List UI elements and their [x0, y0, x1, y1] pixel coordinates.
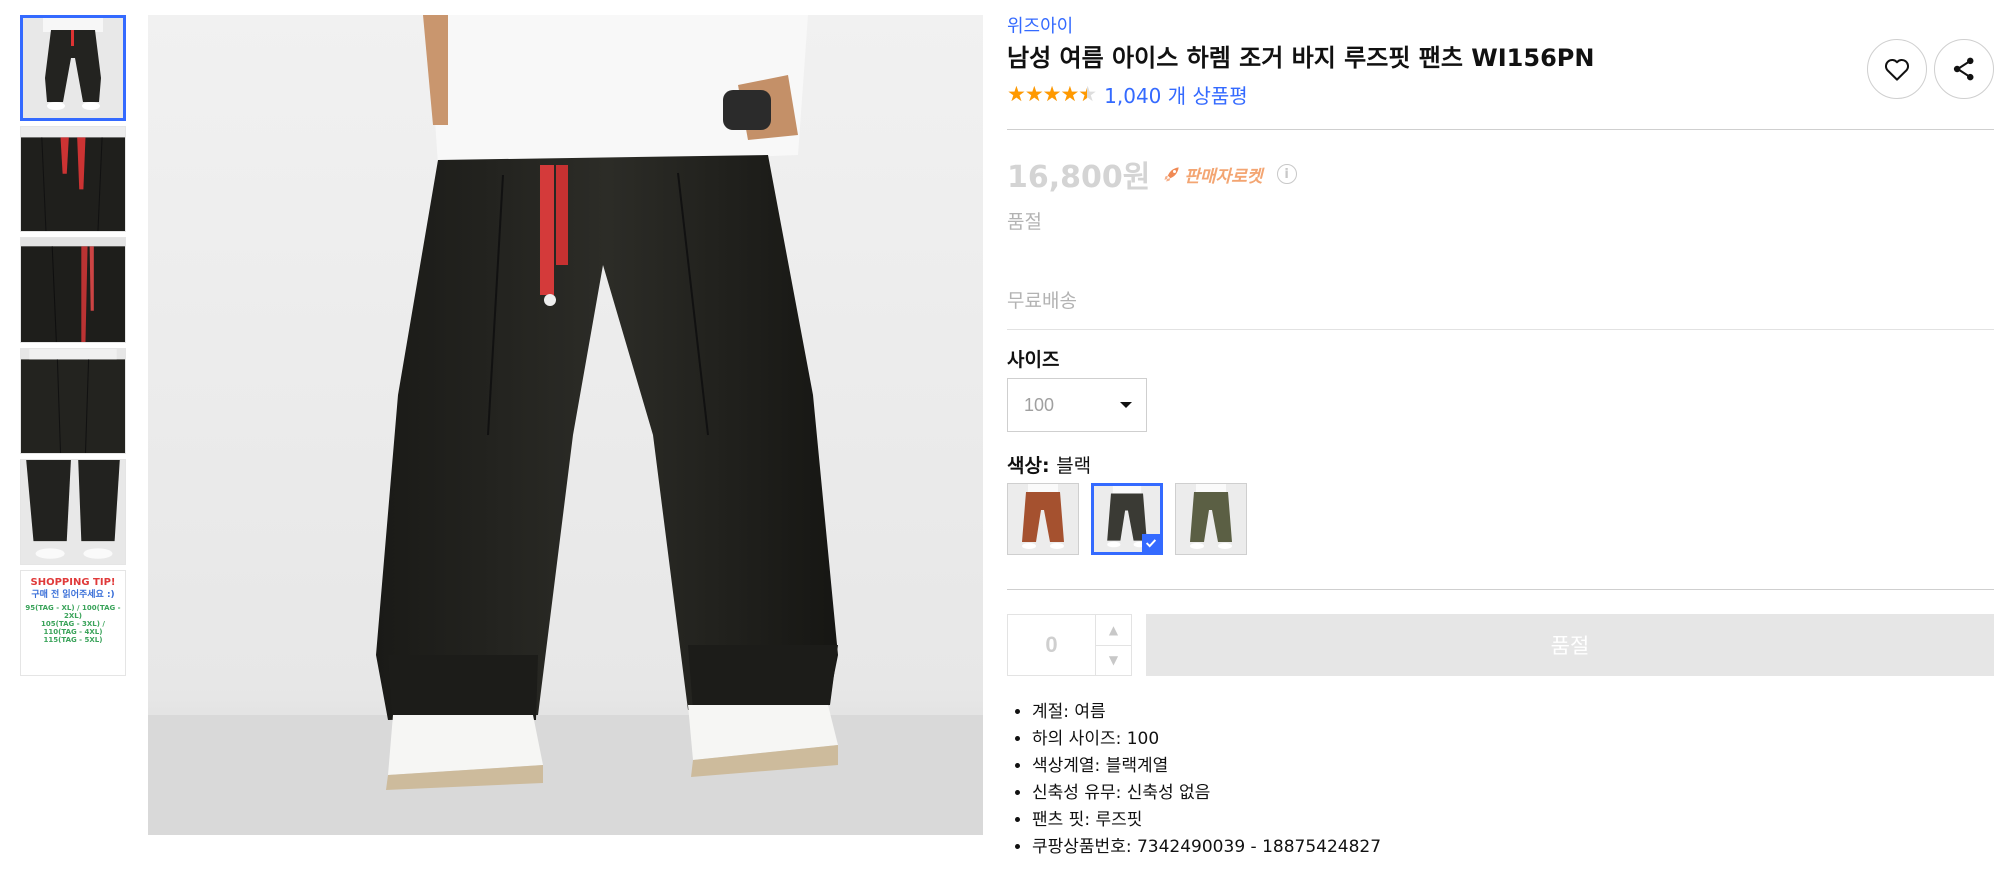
product-actions	[1867, 39, 1994, 99]
heart-icon	[1884, 58, 1910, 81]
rocket-icon	[1164, 167, 1180, 182]
purchase-row: ▲ ▼ 품절	[1007, 614, 1994, 676]
attribute-item: 쿠팡상품번호: 7342490039 - 18875424827	[1032, 834, 1994, 861]
attribute-item: 하의 사이즈: 100	[1032, 726, 1994, 753]
attribute-item: 신축성 유무: 신축성 없음	[1032, 780, 1994, 807]
attribute-item: 색상계열: 블랙계열	[1032, 753, 1994, 780]
soldout-status: 품절	[1007, 211, 1042, 233]
thumbnail-image	[21, 127, 125, 231]
attribute-item: 팬츠 핏: 루즈핏	[1032, 807, 1994, 834]
rocket-badge: 판매자로켓	[1162, 162, 1263, 187]
shipping-info: 무료배송	[1007, 290, 1077, 312]
thumbnail-3[interactable]	[20, 237, 126, 343]
thumbnail-image	[21, 460, 125, 564]
color-swatch-brown[interactable]	[1007, 483, 1079, 555]
tip-size-line: 115(TAG - 5XL)	[43, 635, 103, 644]
selected-indicator	[1142, 534, 1160, 552]
thumbnail-5[interactable]	[20, 459, 126, 565]
divider	[1007, 129, 1994, 130]
rating-row: ★★★★★ ★★★★★ 1,040 개 상품평	[1007, 79, 1994, 109]
color-label: 색상:	[1007, 455, 1050, 477]
color-label-row: 색상: 블랙	[1007, 454, 1994, 478]
price: 16,800원	[1007, 160, 1151, 195]
divider	[1007, 329, 1994, 330]
thumbnail-1[interactable]	[20, 15, 126, 121]
check-icon	[1145, 539, 1157, 548]
attribute-item: 계절: 여름	[1032, 699, 1994, 726]
thumbnail-image	[21, 238, 125, 342]
size-label: 사이즈	[1007, 349, 1060, 371]
color-swatches	[1007, 483, 1994, 555]
thumbnail-4[interactable]	[20, 348, 126, 454]
product-info-panel: 위즈아이 남성 여름 아이스 하렘 조거 바지 루즈핏 팬츠 WI156PN ★…	[1007, 15, 1994, 861]
main-product-image[interactable]	[148, 15, 983, 835]
share-icon	[1953, 57, 1974, 81]
tip-subtitle: 구매 전 읽어주세요 :)	[31, 589, 115, 600]
quantity-increase-button[interactable]: ▲	[1096, 615, 1131, 646]
product-attributes: 계절: 여름 하의 사이즈: 100 색상계열: 블랙계열 신축성 유무: 신축…	[1007, 699, 1994, 861]
quantity-decrease-button[interactable]: ▼	[1096, 646, 1131, 676]
tip-body: 95(TAG - XL) / 100(TAG - 2XL) 105(TAG - …	[25, 604, 121, 644]
tip-title: SHOPPING TIP!	[30, 577, 116, 588]
tip-size-line: 95(TAG - XL) / 100(TAG - 2XL)	[25, 603, 121, 620]
size-select-value: 100	[1024, 394, 1055, 415]
product-photo	[148, 15, 983, 835]
thumbnail-list: SHOPPING TIP! 구매 전 읽어주세요 :) 95(TAG - XL)…	[20, 15, 126, 681]
size-select[interactable]: 100	[1007, 378, 1147, 432]
brand-link[interactable]: 위즈아이	[1007, 15, 1994, 39]
color-swatch-khaki[interactable]	[1175, 483, 1247, 555]
review-count-link[interactable]: 1,040 개 상품평	[1104, 80, 1248, 109]
wishlist-button[interactable]	[1867, 39, 1927, 99]
thumbnail-image	[21, 349, 125, 453]
divider	[1007, 589, 1994, 590]
quantity-arrows: ▲ ▼	[1096, 615, 1131, 675]
star-rating-fill: ★★★★★	[1007, 83, 1087, 105]
thumbnail-shopping-tip[interactable]: SHOPPING TIP! 구매 전 읽어주세요 :) 95(TAG - XL)…	[20, 570, 126, 676]
info-icon[interactable]: i	[1276, 164, 1297, 184]
price-row: 16,800원 판매자로켓 i	[1007, 156, 1994, 195]
tip-size-line: 105(TAG - 3XL) / 110(TAG - 4XL)	[41, 619, 105, 636]
product-title: 남성 여름 아이스 하렘 조거 바지 루즈핏 팬츠 WI156PN	[1007, 44, 1595, 72]
color-value: 블랙	[1056, 455, 1092, 477]
swatch-image	[1176, 484, 1246, 554]
thumbnail-image	[23, 18, 123, 118]
share-button[interactable]	[1934, 39, 1994, 99]
chevron-down-icon	[1120, 402, 1132, 408]
quantity-stepper: ▲ ▼	[1007, 614, 1132, 676]
star-rating[interactable]: ★★★★★ ★★★★★	[1007, 83, 1097, 105]
quantity-input[interactable]	[1008, 615, 1096, 675]
thumbnail-2[interactable]	[20, 126, 126, 232]
swatch-image	[1008, 484, 1078, 554]
rocket-label: 판매자로켓	[1184, 166, 1263, 187]
color-swatch-black[interactable]	[1091, 483, 1163, 555]
soldout-button[interactable]: 품절	[1146, 614, 1994, 676]
